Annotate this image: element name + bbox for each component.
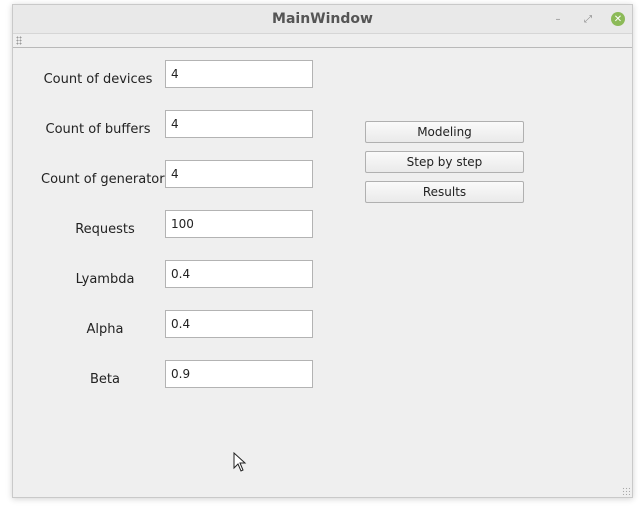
requests-field[interactable] bbox=[165, 210, 313, 238]
minimize-icon: – bbox=[555, 13, 561, 25]
generators-field[interactable] bbox=[165, 160, 313, 188]
maximize-icon: ⤢ bbox=[584, 13, 592, 25]
close-icon: ✕ bbox=[613, 13, 623, 25]
title-bar[interactable]: MainWindow – ⤢ ✕ bbox=[13, 5, 632, 34]
beta-field[interactable] bbox=[165, 360, 313, 388]
alpha-label: Alpha bbox=[86, 322, 124, 337]
window-title: MainWindow bbox=[272, 11, 373, 27]
toolbar-grip-handle[interactable] bbox=[16, 36, 22, 45]
minimize-button[interactable]: – bbox=[551, 12, 565, 26]
resize-grip-handle[interactable] bbox=[622, 487, 630, 495]
maximize-button[interactable]: ⤢ bbox=[581, 12, 595, 26]
results-button[interactable]: Results bbox=[365, 181, 524, 203]
toolbar bbox=[13, 34, 632, 48]
lyambda-field[interactable] bbox=[165, 260, 313, 288]
generators-input[interactable] bbox=[171, 164, 309, 184]
devices-field[interactable] bbox=[165, 60, 313, 88]
main-window: MainWindow – ⤢ ✕ Count of devices Count … bbox=[12, 4, 633, 498]
requests-input[interactable] bbox=[171, 214, 309, 234]
devices-input[interactable] bbox=[171, 64, 309, 84]
modeling-button[interactable]: Modeling bbox=[365, 121, 524, 143]
requests-label: Requests bbox=[75, 222, 135, 237]
generators-label: Count of generators bbox=[41, 172, 172, 187]
mouse-cursor-icon bbox=[233, 452, 247, 472]
devices-label: Count of devices bbox=[43, 72, 153, 87]
beta-label: Beta bbox=[90, 372, 120, 387]
lyambda-input[interactable] bbox=[171, 264, 309, 284]
buffers-field[interactable] bbox=[165, 110, 313, 138]
buffers-label: Count of buffers bbox=[45, 122, 151, 137]
beta-input[interactable] bbox=[171, 364, 309, 384]
alpha-input[interactable] bbox=[171, 314, 309, 334]
buffers-input[interactable] bbox=[171, 114, 309, 134]
step-by-step-button[interactable]: Step by step bbox=[365, 151, 524, 173]
close-button[interactable]: ✕ bbox=[611, 12, 625, 26]
lyambda-label: Lyambda bbox=[75, 272, 135, 287]
alpha-field[interactable] bbox=[165, 310, 313, 338]
